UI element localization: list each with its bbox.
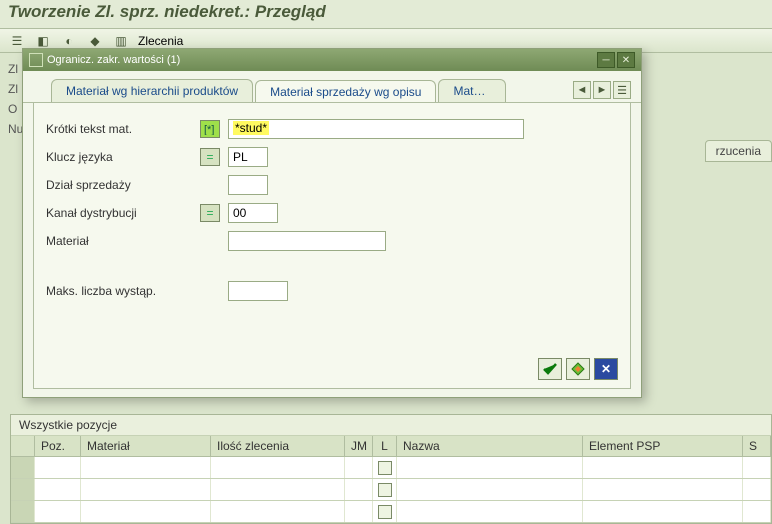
page-title: Tworzenie Zl. sprz. niedekret.: Przegląd [0,0,772,29]
table-row[interactable] [11,457,771,479]
label-klucz-jezyka: Klucz języka [46,150,200,164]
grid-header: Poz. Materiał Ilość zlecenia JM L Nazwa … [11,436,771,457]
toolbar-btn-1[interactable]: ☰ [8,32,26,50]
svg-text:[*]: [*] [204,124,214,135]
col-jm[interactable]: JM [345,436,373,456]
row-selector[interactable] [11,457,35,478]
col-poz[interactable]: Poz. [35,436,81,456]
bg-tab-rzucenia[interactable]: rzucenia [705,140,772,162]
cancel-button[interactable]: ✕ [594,358,618,380]
col-material[interactable]: Materiał [81,436,211,456]
input-kanal[interactable] [228,203,278,223]
label-dzial: Dział sprzedaży [46,178,200,192]
minimize-button[interactable]: ─ [597,52,615,68]
input-dzial[interactable] [228,175,268,195]
row-checkbox[interactable] [378,461,392,475]
table-row[interactable] [11,479,771,501]
col-nazwa[interactable]: Nazwa [397,436,583,456]
tab-material-sales-desc[interactable]: Materiał sprzedaży wg opisu [255,80,436,103]
op-equal-icon-2[interactable]: = [200,204,220,222]
col-psp[interactable]: Element PSP [583,436,743,456]
dialog-title: Ogranicz. zakr. wartości (1) [47,54,180,66]
dialog-titlebar: Ogranicz. zakr. wartości (1) ─ ✕ [23,49,641,71]
input-maks[interactable] [228,281,288,301]
close-button[interactable]: ✕ [617,52,635,68]
tab-prev-button[interactable]: ◄ [573,81,591,99]
toolbar-btn-3[interactable]: ◐ [60,32,78,50]
tab-material-hierarchy[interactable]: Materiał wg hierarchii produktów [51,79,253,102]
row-selector[interactable] [11,501,35,522]
row-selector[interactable] [11,479,35,500]
col-ilosc[interactable]: Ilość zlecenia [211,436,345,456]
label-material: Materiał [46,234,200,248]
toolbar-btn-2[interactable]: ◧ [34,32,52,50]
row-checkbox[interactable] [378,483,392,497]
col-select[interactable] [11,436,35,456]
dialog-body: Krótki tekst mat. [*] *stud* Klucz język… [33,102,631,389]
tab-list-button[interactable]: ☰ [613,81,631,99]
dialog-tabs: Materiał wg hierarchii produktów Materia… [23,71,641,103]
input-krotki-tekst[interactable]: *stud* [228,119,524,139]
col-st[interactable]: S [743,436,771,456]
zlecenia-label: Zlecenia [138,34,183,48]
label-maks: Maks. liczba wystąp. [46,284,228,298]
tab-next-button[interactable]: ► [593,81,611,99]
label-krotki-tekst: Krótki tekst mat. [46,122,200,136]
input-klucz-jezyka[interactable] [228,147,268,167]
input-material[interactable] [228,231,386,251]
tab-material-more[interactable]: Materi... [438,79,506,102]
positions-grid: Wszystkie pozycje Poz. Materiał Ilość zl… [10,414,772,524]
toolbar-btn-4[interactable]: ◆ [86,32,104,50]
restrict-values-dialog: Ogranicz. zakr. wartości (1) ─ ✕ Materia… [22,48,642,398]
accept-button[interactable] [538,358,562,380]
table-row[interactable] [11,501,771,523]
label-kanal: Kanał dystrybucji [46,206,200,220]
op-wildcard-icon[interactable]: [*] [200,120,220,138]
grid-title: Wszystkie pozycje [11,415,771,436]
row-checkbox[interactable] [378,505,392,519]
op-equal-icon-1[interactable]: = [200,148,220,166]
col-l[interactable]: L [373,436,397,456]
zlecenia-icon[interactable]: ▥ [112,32,130,50]
dialog-sys-icon [29,53,43,67]
extended-search-button[interactable] [566,358,590,380]
